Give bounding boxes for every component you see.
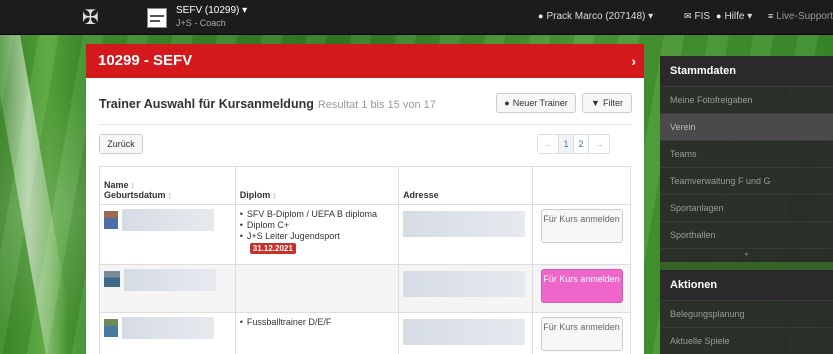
club-logo [147, 8, 167, 28]
sidebar-item-aktuelle-spiele[interactable]: Aktuelle Spiele [660, 327, 833, 354]
name-header: Name [104, 180, 129, 190]
diploma-list: Fussballtrainer D/E/F [240, 317, 394, 328]
address-cell [398, 264, 534, 313]
register-course-button[interactable]: Für Kurs anmelden [540, 209, 623, 243]
sidebar-expand-toggle[interactable]: ▾ [660, 248, 833, 262]
filter-label: Filter [602, 98, 623, 108]
sidebar-item-belegungsplanung[interactable]: Belegungsplanung [660, 300, 833, 327]
page-title: 10299 - SEFV [98, 52, 193, 69]
sidebar-item-teams[interactable]: Teams [660, 140, 833, 167]
diploma-cell [234, 264, 400, 313]
redacted-name [122, 317, 214, 339]
sidebar-item-teamverwaltung[interactable]: Teamverwaltung F und G [660, 167, 833, 194]
address-cell [398, 312, 534, 354]
chat-icon: ● [716, 11, 722, 21]
back-button[interactable]: Zurück [99, 134, 143, 154]
support-label: Live-Support [776, 11, 833, 22]
filter-icon: ▼ [591, 98, 600, 108]
section-title: Trainer Auswahl für Kursanmeldung Resulta… [99, 97, 436, 111]
column-header-action [532, 166, 631, 205]
table-row: Fussballtrainer D/E/F Für Kurs anmelden [99, 312, 631, 354]
main-panel: 10299 - SEFV › Trainer Auswahl für Kursa… [86, 44, 644, 354]
diploma-header: Diplom [239, 190, 271, 200]
new-trainer-button[interactable]: ● Neuer Trainer [496, 93, 576, 113]
section-title-text: Trainer Auswahl für Kursanmeldung [99, 97, 314, 111]
club-title: SEFV (10299) ▾ [176, 5, 248, 16]
sidebar-item-sportanlagen[interactable]: Sportanlagen [660, 194, 833, 221]
fis-link[interactable]: ✉ FIS [684, 11, 710, 22]
live-support-link[interactable]: ≡ Live-Support [768, 11, 833, 22]
redacted-address [403, 211, 526, 237]
action-cell: Für Kurs anmelden [532, 264, 631, 313]
action-cell: Für Kurs anmelden [532, 204, 631, 265]
expiry-badge: 31.12.2021 [249, 243, 296, 254]
sidebar: Stammdaten Meine Fotofreigaben Verein Te… [660, 56, 833, 354]
pager-prev[interactable]: ← [537, 134, 559, 154]
redacted-address [403, 319, 526, 345]
sidebar-item-fotofreigaben[interactable]: Meine Fotofreigaben [660, 86, 833, 113]
register-course-button[interactable]: Für Kurs anmelden [540, 269, 623, 303]
pagination: ← 1 2 → [537, 134, 610, 154]
chevron-right-icon[interactable]: › [631, 44, 636, 78]
user-name: Prack Marco (207148) ▾ [546, 11, 654, 22]
table-row: Für Kurs anmelden [99, 264, 631, 313]
avatar [104, 211, 118, 229]
redacted-address [403, 271, 526, 297]
panel-header: 10299 - SEFV › [86, 44, 644, 78]
column-header-address: Adresse [398, 166, 534, 205]
sort-icon: ↕ [130, 180, 136, 190]
diploma-cell: Fussballtrainer D/E/F [234, 312, 400, 354]
sfv-logo[interactable]: ✠ [82, 5, 124, 31]
sidebar-gap [660, 262, 833, 270]
pager-next[interactable]: → [588, 134, 610, 154]
new-trainer-label: Neuer Trainer [512, 98, 568, 108]
redacted-name [122, 209, 214, 231]
diploma-cell: SFV B-Diplom / UEFA B diploma Diplom C+ … [234, 204, 400, 265]
sidebar-item-verein[interactable]: Verein [660, 113, 833, 140]
column-header-diploma[interactable]: Diplom ↕ [234, 166, 400, 205]
avatar [104, 271, 120, 287]
table-row: SFV B-Diplom / UEFA B diploma Diplom C+ … [99, 204, 631, 265]
filter-button[interactable]: ▼ Filter [582, 93, 632, 113]
sort-icon: ↕ [167, 190, 173, 200]
envelope-icon: ✉ [684, 11, 692, 21]
club-role: J+S - Coach [176, 18, 226, 28]
name-cell [99, 312, 236, 354]
action-cell: Für Kurs anmelden [532, 312, 631, 354]
diploma-list: SFV B-Diplom / UEFA B diploma Diplom C+ … [240, 209, 394, 242]
diploma-item: J+S Leiter Jugendsport [240, 231, 394, 242]
name-cell [99, 264, 236, 313]
fis-label: FIS [694, 11, 711, 22]
sidebar-item-sporthallen[interactable]: Sporthallen [660, 221, 833, 248]
pager-page-1[interactable]: 1 [558, 134, 574, 154]
support-icon: ≡ [768, 11, 774, 21]
pager-page-2[interactable]: 2 [573, 134, 589, 154]
diploma-item: Diplom C+ [240, 220, 394, 231]
top-navbar: ✠ SEFV (10299) ▾ J+S - Coach ● Prack Marc… [0, 0, 833, 35]
sidebar-heading-stammdaten: Stammdaten [660, 56, 833, 86]
club-switcher[interactable]: SEFV (10299) ▾ J+S - Coach [176, 5, 247, 29]
help-label: Hilfe ▾ [724, 11, 753, 22]
result-count: Resultat 1 bis 15 von 17 [317, 99, 436, 111]
avatar [104, 319, 118, 337]
address-header: Adresse [403, 190, 439, 200]
plus-circle-icon: ● [504, 98, 510, 108]
birth-header: Geburtsdatum [104, 190, 166, 200]
name-cell [99, 204, 236, 265]
register-course-button[interactable]: Für Kurs anmelden [540, 317, 623, 351]
diploma-item: Fussballtrainer D/E/F [240, 317, 394, 328]
diploma-item: SFV B-Diplom / UEFA B diploma [240, 209, 394, 220]
help-menu[interactable]: ● Hilfe ▾ [716, 11, 752, 22]
column-header-name[interactable]: Name ↕ Geburtsdatum ↕ [99, 166, 236, 205]
user-icon: ● [538, 11, 544, 21]
trainer-table: Name ↕ Geburtsdatum ↕ Diplom ↕ Adresse •… [99, 166, 631, 354]
divider [99, 124, 631, 125]
sort-icon: ↕ [272, 190, 277, 200]
user-menu[interactable]: ● Prack Marco (207148) ▾ [538, 11, 653, 22]
sidebar-heading-aktionen: Aktionen [660, 270, 833, 300]
redacted-name [124, 269, 216, 291]
address-cell [398, 204, 534, 265]
